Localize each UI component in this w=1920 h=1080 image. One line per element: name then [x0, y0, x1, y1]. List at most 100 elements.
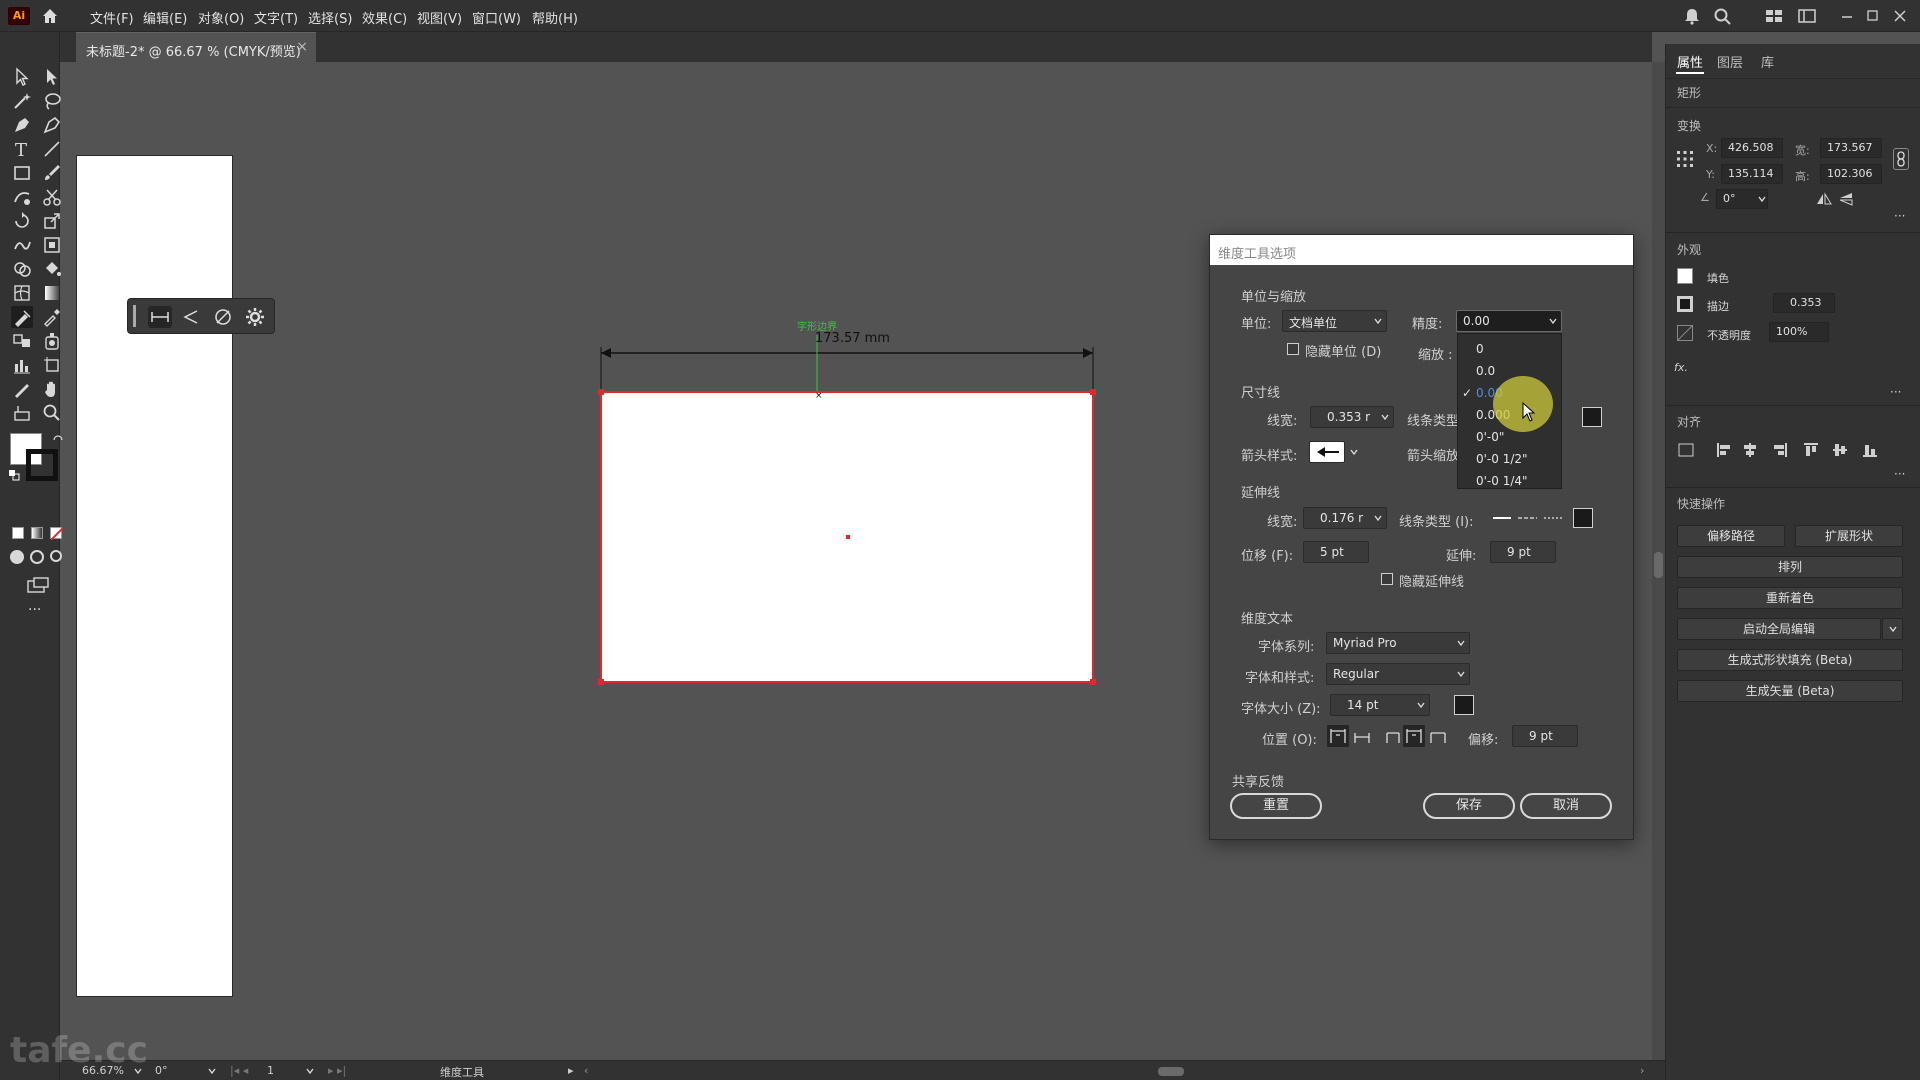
selected-rectangle[interactable]: ×	[598, 389, 1096, 685]
draw-inside-icon[interactable]	[50, 550, 62, 562]
corner-handle[interactable]	[598, 389, 604, 395]
corner-handle[interactable]	[1090, 389, 1096, 395]
more-tools-icon[interactable]: ···	[28, 603, 48, 617]
vertical-scrollbar[interactable]	[1652, 62, 1665, 1060]
constrain-proportions-link-icon[interactable]	[1893, 148, 1909, 170]
line-segment-tool-icon[interactable]	[41, 138, 63, 160]
scale-tool-icon[interactable]	[41, 210, 63, 232]
flip-vertical-icon[interactable]	[1838, 192, 1854, 206]
artboard-next-last-icons[interactable]: ▸ ▸|	[328, 1064, 346, 1077]
type-tool-icon[interactable]: T	[11, 138, 33, 161]
settings-gear-icon[interactable]	[244, 306, 266, 328]
none-mode-icon[interactable]	[50, 527, 64, 541]
text-offset-field[interactable]: 9 pt	[1512, 725, 1578, 747]
menu-item[interactable]: 对象(O)	[198, 8, 244, 27]
lasso-tool-icon[interactable]	[41, 90, 63, 112]
text-position-options[interactable]	[1327, 725, 1453, 747]
chevron-down-icon[interactable]	[1758, 195, 1766, 203]
more-options-icon[interactable]: ···	[1890, 386, 1906, 398]
tab-properties[interactable]: 属性	[1677, 52, 1703, 71]
artboard[interactable]	[76, 155, 233, 997]
artboard-first-prev-icons[interactable]: |◂ ◂	[230, 1064, 248, 1077]
magic-wand-tool-icon[interactable]	[11, 90, 33, 112]
draw-normal-icon[interactable]	[10, 550, 24, 564]
dimension-value-label[interactable]: 173.57 mm	[815, 331, 890, 346]
more-options-icon[interactable]: ···	[1894, 210, 1910, 222]
pen-tool-icon[interactable]	[11, 114, 33, 136]
flip-horizontal-icon[interactable]	[1816, 192, 1832, 206]
artboard-number[interactable]: 1	[267, 1064, 274, 1077]
more-options-icon[interactable]: ···	[1894, 468, 1910, 480]
fx-icon[interactable]: fx.	[1674, 361, 1688, 374]
feedback-label[interactable]: 共享反馈	[1232, 771, 1284, 790]
precision-option[interactable]: 0'-0"	[1476, 430, 1504, 444]
height-field[interactable]: 102.306	[1820, 164, 1882, 184]
slice-tool-icon[interactable]	[11, 378, 33, 400]
generative-shape-fill-button[interactable]: 生成式形状填充 (Beta)	[1677, 649, 1903, 671]
cancel-button[interactable]: 取消	[1520, 793, 1612, 819]
menu-item[interactable]: 编辑(E)	[143, 8, 187, 27]
menu-item[interactable]: 视图(V)	[417, 8, 462, 27]
search-icon[interactable]	[1713, 7, 1733, 25]
arrow-style-select[interactable]	[1309, 441, 1345, 463]
tab-libraries[interactable]: 库	[1761, 52, 1774, 71]
menu-item[interactable]: 窗口(W)	[472, 8, 521, 27]
maximize-icon[interactable]	[1862, 7, 1882, 25]
align-buttons-row[interactable]	[1677, 441, 1897, 459]
precision-option[interactable]: 0	[1476, 342, 1484, 356]
offset-field[interactable]: 5 pt	[1303, 541, 1369, 563]
close-window-icon[interactable]	[1890, 7, 1910, 25]
scissors-tool-icon[interactable]	[41, 186, 63, 208]
horizontal-scrollbar-thumb[interactable]	[1158, 1067, 1184, 1076]
drag-handle[interactable]	[133, 305, 136, 327]
corner-handle[interactable]	[1090, 679, 1096, 685]
width-field[interactable]: 173.567	[1820, 138, 1882, 158]
scroll-right-icon[interactable]: ›	[1640, 1064, 1644, 1077]
fill-label[interactable]: 填色	[1707, 270, 1729, 286]
hide-extension-checkbox[interactable]	[1381, 573, 1393, 585]
extension-line-color-swatch[interactable]	[1573, 508, 1593, 528]
ext-width-field[interactable]: 0.176 r	[1303, 507, 1387, 529]
generate-vector-button[interactable]: 生成矢量 (Beta)	[1677, 680, 1903, 702]
swap-fill-stroke-icon[interactable]	[52, 434, 64, 446]
precision-option[interactable]: 0'-0 1/4"	[1476, 474, 1528, 488]
minimize-icon[interactable]	[1837, 7, 1857, 25]
ext-line-type-options[interactable]	[1491, 507, 1565, 529]
warp-tool-icon[interactable]	[11, 234, 33, 256]
scroll-left-icon[interactable]: ‹	[584, 1064, 588, 1077]
rotate-view-tool-icon[interactable]	[11, 402, 33, 424]
menu-item[interactable]: 效果(C)	[362, 8, 407, 27]
symbol-sprayer-tool-icon[interactable]	[41, 330, 63, 352]
rotate-tool-icon[interactable]	[11, 210, 33, 232]
linear-dimension-icon[interactable]	[148, 306, 172, 328]
reset-button[interactable]: 重置	[1230, 793, 1322, 819]
recolor-button[interactable]: 重新着色	[1677, 587, 1903, 609]
font-style-select[interactable]: Regular	[1326, 663, 1470, 685]
column-graph-tool-icon[interactable]	[11, 354, 33, 376]
dimension-line-color-swatch[interactable]	[1582, 407, 1602, 427]
workspace-switcher-icon[interactable]	[1764, 7, 1784, 25]
artboard-tool-icon[interactable]	[41, 354, 63, 376]
shaper-tool-icon[interactable]	[11, 186, 33, 208]
text-color-swatch[interactable]	[1454, 695, 1474, 715]
unit-select[interactable]: 文档单位	[1282, 310, 1387, 332]
live-paint-bucket-icon[interactable]	[41, 258, 63, 280]
menu-item[interactable]: 选择(S)	[308, 8, 352, 27]
radial-dimension-icon[interactable]	[212, 306, 234, 328]
stroke-weight-field[interactable]: 0.353	[1773, 293, 1835, 313]
dimension-tool-icon[interactable]	[11, 306, 33, 328]
rectangle-tool-icon[interactable]	[11, 162, 33, 184]
status-menu-arrow-icon[interactable]: ▸	[568, 1064, 574, 1077]
screen-mode-icon[interactable]	[26, 576, 50, 594]
scrollbar-thumb[interactable]	[1654, 552, 1663, 578]
menu-item[interactable]: 文字(T)	[254, 8, 298, 27]
arrange-documents-icon[interactable]	[1797, 7, 1817, 25]
mesh-tool-icon[interactable]	[11, 282, 33, 304]
global-edit-dropdown[interactable]	[1882, 618, 1903, 640]
hand-tool-icon[interactable]	[41, 378, 63, 400]
y-field[interactable]: 135.114	[1721, 164, 1783, 184]
blend-tool-icon[interactable]	[11, 330, 33, 352]
precision-option[interactable]: 0.0	[1476, 364, 1495, 378]
eyedropper-tool-icon[interactable]	[41, 306, 63, 328]
font-family-select[interactable]: Myriad Pro	[1326, 632, 1470, 654]
